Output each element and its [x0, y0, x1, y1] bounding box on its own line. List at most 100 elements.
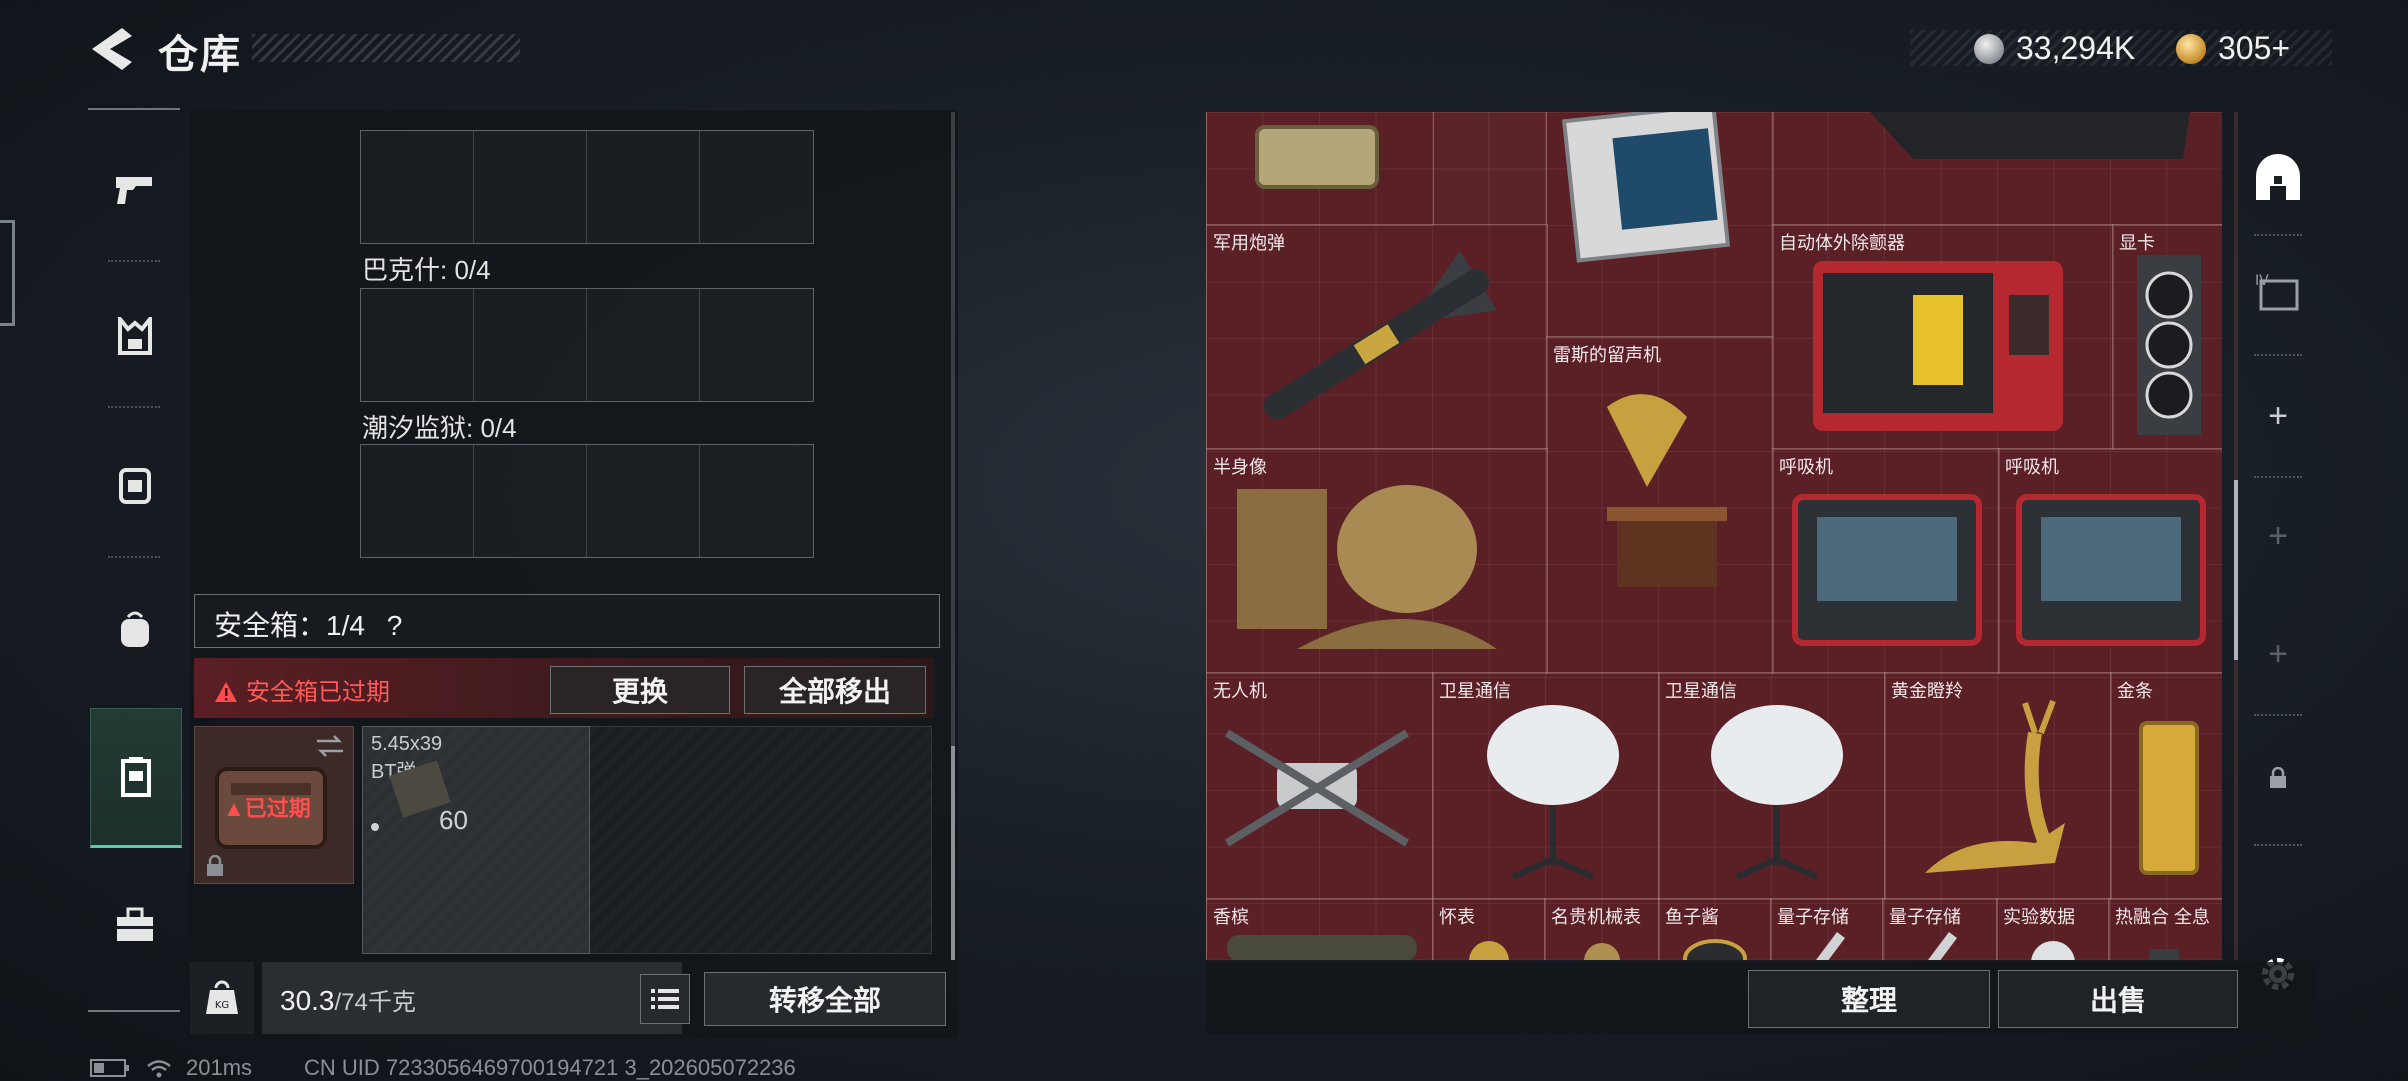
item-name: 实验数据 [2003, 907, 2075, 927]
tab-divider [2254, 844, 2302, 846]
stash-item-experiment-data[interactable]: 实验数据 [1996, 898, 2110, 960]
item-name: 半身像 [1213, 457, 1267, 477]
key-slot[interactable] [700, 289, 813, 401]
stash-item-laptop[interactable] [1546, 112, 1774, 338]
sell-button[interactable]: 出售 [1998, 970, 2238, 1028]
rail-divider [108, 556, 160, 558]
swap-icon[interactable] [315, 733, 345, 759]
secure-case-icon [121, 757, 151, 797]
add-stash-tab[interactable]: + [2240, 498, 2316, 574]
ammo-item[interactable]: 5.45x39 BT弹 60 [362, 726, 590, 954]
stash-item-satellite[interactable]: 卫星通信 [1658, 672, 1886, 900]
stash-item-case[interactable] [1206, 112, 1434, 226]
stash-page-1-tab[interactable] [2240, 140, 2316, 216]
item-name: 呼吸机 [2005, 457, 2059, 477]
ammo-dot [371, 823, 379, 831]
rail-item-weapon[interactable] [90, 144, 180, 234]
plus-icon: + [2268, 396, 2288, 435]
key-slot[interactable] [700, 131, 813, 243]
back-arrow-icon[interactable] [88, 24, 134, 74]
item-art [1237, 485, 1497, 649]
help-icon[interactable]: ? [387, 610, 403, 641]
item-art [1870, 112, 2191, 159]
stash-item-dark-box[interactable] [1772, 112, 2222, 226]
stash-item-bust[interactable]: 半身像 [1206, 448, 1548, 674]
key-group-label: 巴克什: 0/4 [362, 255, 491, 285]
rail-item-rig[interactable] [90, 440, 180, 530]
stash-item-caviar[interactable]: 鱼子酱 [1658, 898, 1772, 960]
stash-item-drone[interactable]: 无人机 [1206, 672, 1434, 900]
key-slot-group-bakesh [360, 288, 814, 402]
key-slot[interactable] [361, 131, 474, 243]
key-slot[interactable] [474, 289, 587, 401]
warning-icon [215, 682, 237, 702]
stash-page-4-tab[interactable]: IV [2240, 256, 2316, 332]
sort-button[interactable]: 整理 [1748, 970, 1990, 1028]
lock-icon [2270, 767, 2286, 788]
list-view-button[interactable] [640, 974, 690, 1024]
item-name: 军用炮弹 [1213, 233, 1285, 253]
stash-item-luxury-watch[interactable]: 名贵机械表 [1544, 898, 1660, 960]
item-art [1487, 705, 1619, 880]
key-slot[interactable] [587, 131, 700, 243]
stash-item-pocket-watch[interactable]: 怀表 [1432, 898, 1546, 960]
transfer-all-button[interactable]: 转移全部 [704, 972, 946, 1026]
add-stash-tab[interactable]: + [2240, 378, 2316, 454]
wifi-icon [147, 1060, 171, 1078]
silver-coin-icon [1974, 34, 2004, 64]
key-slot[interactable] [587, 289, 700, 401]
key-slot-group-tide-prison [360, 444, 814, 558]
stash-item-quantum-storage[interactable]: 量子存储 [1882, 898, 1998, 960]
key-slot[interactable] [700, 445, 813, 557]
stash-scrollbar[interactable] [2234, 480, 2238, 660]
expired-warning: 安全箱已过期 [214, 672, 390, 707]
key-slot[interactable] [361, 445, 474, 557]
stash-item-aed[interactable]: 自动体外除颤器 [1772, 224, 2114, 450]
silver-currency-value: 33,294K [2016, 30, 2136, 66]
battery-icon [90, 1059, 129, 1077]
item-name: 鱼子酱 [1665, 907, 1719, 927]
left-scrollbar[interactable] [951, 746, 955, 960]
rail-item-backpack[interactable] [90, 584, 180, 674]
stash-item-quantum-storage[interactable]: 量子存储 [1770, 898, 1884, 960]
tab-divider [2254, 476, 2302, 478]
rail-item-secure-case[interactable] [90, 708, 182, 848]
tab-divider [2254, 234, 2302, 236]
list-icon [651, 989, 679, 1009]
key-slot[interactable] [474, 445, 587, 557]
item-name: 香槟 [1213, 907, 1249, 927]
stash-item-golden-gazelle[interactable]: 黄金瞪羚 [1884, 672, 2112, 900]
stash-home-icon [2256, 154, 2300, 200]
expired-badge: ▲已过期 [223, 796, 311, 821]
item-art [2016, 494, 2206, 646]
stash-page-icon: IV [2255, 273, 2299, 311]
rail-item-toolbox[interactable] [90, 880, 180, 970]
rail-divider [108, 260, 160, 262]
rail-item-armor[interactable] [90, 292, 180, 382]
item-name: 雷斯的留声机 [1553, 345, 1661, 365]
stash-item-thermal-fusion[interactable]: 热融合 全息 [2108, 898, 2222, 960]
stash-item-ventilator[interactable]: 呼吸机 [1772, 448, 2000, 674]
stash-item-satellite[interactable]: 卫星通信 [1432, 672, 1660, 900]
stash-item-military-shell[interactable]: 军用炮弹 [1206, 224, 1548, 450]
key-slot[interactable] [361, 289, 474, 401]
stash-grid: 军用炮弹 雷斯的留声机 自动体外除颤器 显卡 半身像 呼吸机 呼吸机 无人机 卫… [1206, 112, 2222, 960]
stash-item-champagne[interactable]: 香槟 [1206, 898, 1434, 960]
locked-stash-tab[interactable] [2240, 740, 2316, 816]
key-slot[interactable] [474, 131, 587, 243]
stash-item-graphics-card[interactable]: 显卡 [2112, 224, 2222, 450]
rail-divider [108, 406, 160, 408]
item-art [1607, 394, 1727, 587]
stash-item-gold-bar[interactable]: 金条 [2110, 672, 2222, 900]
item-art [1792, 494, 1982, 646]
stash-item-gramophone[interactable]: 雷斯的留声机 [1546, 336, 1774, 674]
add-stash-tab[interactable]: + [2240, 616, 2316, 692]
replace-button[interactable]: 更换 [550, 666, 730, 714]
stash-item-ventilator[interactable]: 呼吸机 [1998, 448, 2222, 674]
item-name: 卫星通信 [1665, 681, 1737, 701]
key-slot[interactable] [587, 445, 700, 557]
remove-all-button[interactable]: 全部移出 [744, 666, 926, 714]
key-slot-group-top [360, 130, 814, 244]
item-name: 无人机 [1213, 681, 1267, 701]
secure-case-item[interactable]: ▲已过期 [194, 726, 354, 884]
